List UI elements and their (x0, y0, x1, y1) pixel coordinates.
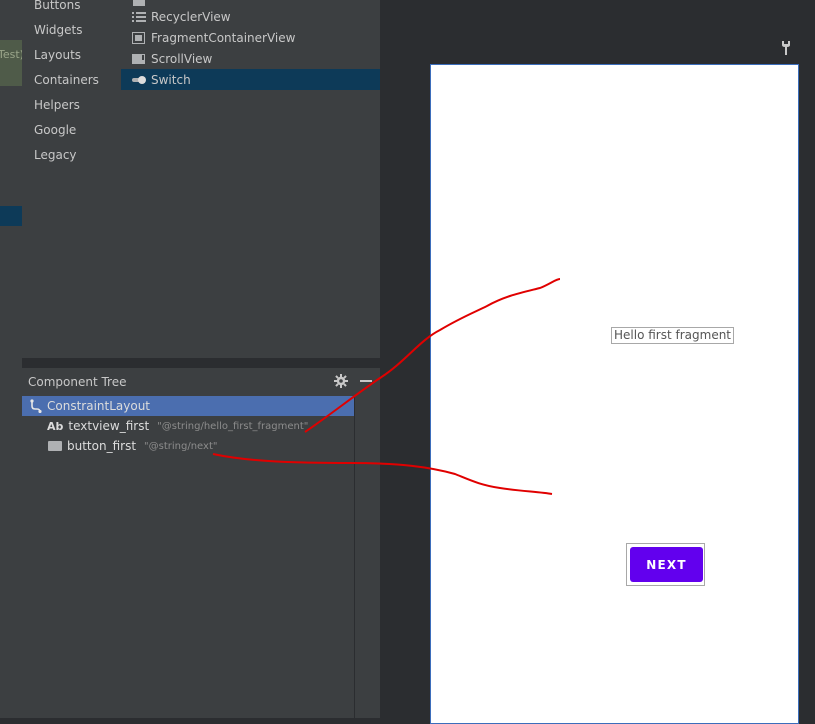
editor-tab-fragment[interactable]: Test) (0, 40, 24, 86)
palette-category-list: Buttons Widgets Layouts Containers Helpe… (22, 0, 121, 358)
scrollview-icon (132, 53, 146, 65)
switch-icon (132, 74, 146, 86)
palette-item-label: Switch (151, 72, 191, 87)
tree-node-attribute: "@string/hello_first_fragment" (157, 420, 309, 432)
tree-node-label: ConstraintLayout (47, 399, 151, 413)
component-tree-body: ConstraintLayout Ab textview_first "@str… (22, 396, 355, 718)
component-tree-title: Component Tree (28, 375, 127, 389)
button-first-preview-frame[interactable]: NEXT (626, 543, 705, 586)
palette-category-google[interactable]: Google (34, 123, 76, 137)
gear-icon[interactable] (333, 373, 349, 389)
palette-item-label: ScrollView (151, 51, 213, 66)
palette-panel: Buttons Widgets Layouts Containers Helpe… (22, 0, 380, 358)
tree-node-constraintlayout[interactable]: ConstraintLayout (22, 396, 354, 416)
palette-item-label: FragmentContainerView (151, 30, 296, 45)
tree-node-textview-first[interactable]: Ab textview_first "@string/hello_first_f… (22, 416, 354, 436)
wrench-icon[interactable] (780, 40, 792, 56)
palette-category-helpers[interactable]: Helpers (34, 98, 80, 112)
palette-item-fragmentcontainerview[interactable]: FragmentContainerView (121, 27, 380, 48)
constraint-layout-icon (30, 399, 42, 414)
button-icon (48, 441, 62, 451)
tree-node-attribute: "@string/next" (144, 440, 218, 452)
design-canvas: Hello first fragment NEXT (380, 0, 815, 724)
palette-widget-list: RecyclerView FragmentContainerView Scrol… (121, 0, 380, 358)
palette-category-containers[interactable]: Containers (34, 73, 99, 87)
tree-node-label: button_first (67, 439, 137, 453)
minimize-icon[interactable] (360, 380, 372, 382)
tree-node-label: textview_first (68, 419, 150, 433)
palette-item-label: RecyclerView (151, 9, 231, 24)
panel-splitter[interactable] (22, 358, 380, 368)
textview-first-preview[interactable]: Hello first fragment (611, 327, 735, 344)
palette-item-recyclerview[interactable]: RecyclerView (121, 6, 380, 27)
palette-category-widgets[interactable]: Widgets (34, 23, 83, 37)
fragment-icon (132, 31, 146, 44)
textview-icon: Ab (47, 419, 64, 433)
next-button[interactable]: NEXT (630, 547, 703, 582)
tree-node-button-first[interactable]: button_first "@string/next" (22, 436, 354, 456)
component-tree-header: Component Tree (22, 368, 380, 396)
palette-category-layouts[interactable]: Layouts (34, 48, 81, 62)
editor-tab-label: Test) (0, 48, 24, 61)
palette-item-scrollview[interactable]: ScrollView (121, 48, 380, 69)
palette-category-buttons[interactable]: Buttons (34, 0, 80, 12)
palette-item-switch[interactable]: Switch (121, 69, 380, 90)
device-preview-screen[interactable]: Hello first fragment NEXT (430, 64, 799, 724)
selected-file-marker (0, 206, 22, 226)
list-icon (132, 11, 146, 23)
left-tool-strip: Test) (0, 0, 24, 718)
palette-category-legacy[interactable]: Legacy (34, 148, 77, 162)
component-tree-panel: Component Tree ConstraintLayout Ab textv… (22, 368, 380, 718)
